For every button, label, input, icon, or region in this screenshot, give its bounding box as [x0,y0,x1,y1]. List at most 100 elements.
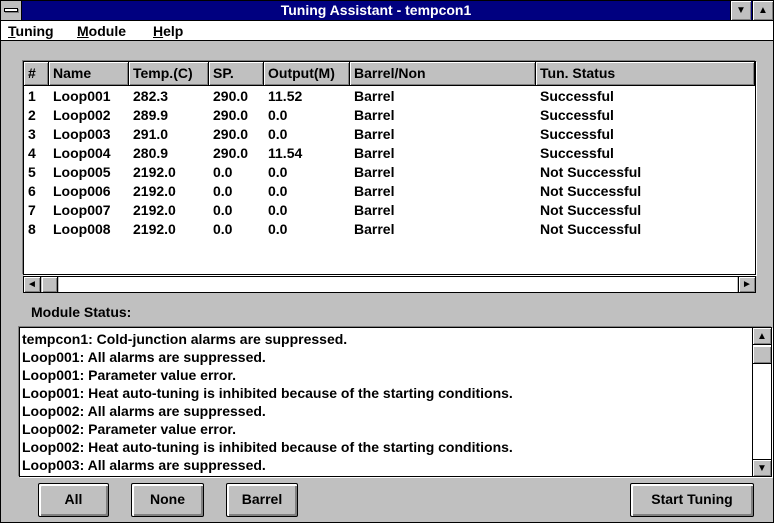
minimize-icon: ▼ [736,5,746,16]
cell-output: 0.0 [268,202,288,218]
vertical-scroll-thumb[interactable] [753,346,771,364]
column-header-tuning-status[interactable]: Tun. Status [536,62,755,85]
horizontal-scroll-track[interactable] [59,277,737,292]
cell-setpoint: 290.0 [213,107,249,123]
cell-setpoint: 290.0 [213,145,249,161]
cell-tuning-status: Successful [540,145,614,161]
cell-temp: 2192.0 [133,183,176,199]
arrow-up-icon: ▲ [757,331,767,342]
select-barrel-button[interactable]: Barrel [226,483,298,517]
table-row[interactable]: 1 Loop001 282.3 290.0 11.52 Barrel Succe… [24,87,755,106]
cell-barrel: Barrel [354,126,395,142]
cell-tuning-status: Successful [540,107,614,123]
cell-tuning-status: Not Successful [540,221,642,237]
menu-tuning[interactable]: Tuning [8,22,54,40]
status-line: Loop002: Heat auto-tuning is inhibited b… [22,439,513,455]
cell-setpoint: 0.0 [213,183,233,199]
menu-bar: Tuning Module Help [1,21,773,41]
cell-name: Loop008 [53,221,111,237]
arrow-down-icon: ▼ [757,463,767,474]
table-header: # Name Temp.(C) SP. Output(M) Barrel/Non… [24,62,755,86]
cell-temp: 291.0 [133,126,169,142]
cell-output: 11.52 [268,88,303,104]
scroll-up-button[interactable]: ▲ [753,328,771,345]
scroll-left-button[interactable]: ◄ [24,277,41,292]
cell-setpoint: 290.0 [213,126,249,142]
cell-output: 0.0 [268,164,288,180]
column-header-output[interactable]: Output(M) [264,62,350,85]
cell-barrel: Barrel [354,183,395,199]
table-horizontal-scrollbar[interactable]: ◄ ► [23,276,756,293]
menu-help[interactable]: Help [153,22,183,40]
cell-barrel: Barrel [354,88,395,104]
cell-tuning-status: Not Successful [540,202,642,218]
cell-temp: 2192.0 [133,164,176,180]
cell-number: 6 [28,183,36,199]
system-menu-icon [4,8,18,12]
horizontal-scroll-thumb[interactable] [42,277,58,292]
cell-number: 2 [28,107,36,123]
column-header-setpoint[interactable]: SP. [209,62,264,85]
title-bar[interactable]: Tuning Assistant - tempcon1 ▼ ▲ [1,1,773,21]
status-line: Loop001: All alarms are suppressed. [22,349,266,365]
cell-barrel: Barrel [354,164,395,180]
status-line: Loop003: All alarms are suppressed. [22,457,266,473]
tuning-assistant-window: Tuning Assistant - tempcon1 ▼ ▲ Tuning M… [0,0,774,523]
cell-temp: 280.9 [133,145,169,161]
cell-output: 0.0 [268,126,288,142]
loop-table: # Name Temp.(C) SP. Output(M) Barrel/Non… [23,61,756,275]
cell-name: Loop005 [53,164,111,180]
table-row[interactable]: 2 Loop002 289.9 290.0 0.0 Barrel Success… [24,106,755,125]
cell-temp: 282.3 [133,88,169,104]
column-header-number[interactable]: # [24,62,49,85]
cell-number: 8 [28,221,36,237]
cell-temp: 289.9 [133,107,169,123]
status-line: Loop002: All alarms are suppressed. [22,403,266,419]
arrow-right-icon: ► [742,279,752,290]
cell-output: 11.54 [268,145,303,161]
status-line: Loop001: Parameter value error. [22,367,236,383]
column-header-temp[interactable]: Temp.(C) [129,62,209,85]
table-row[interactable]: 3 Loop003 291.0 290.0 0.0 Barrel Success… [24,125,755,144]
cell-tuning-status: Not Successful [540,183,642,199]
scroll-down-button[interactable]: ▼ [753,459,771,476]
cell-name: Loop007 [53,202,111,218]
cell-tuning-status: Successful [540,126,614,142]
table-row[interactable]: 5 Loop005 2192.0 0.0 0.0 Barrel Not Succ… [24,163,755,182]
cell-number: 3 [28,126,36,142]
select-none-button[interactable]: None [131,483,204,517]
table-row[interactable]: 7 Loop007 2192.0 0.0 0.0 Barrel Not Succ… [24,201,755,220]
column-header-name[interactable]: Name [49,62,129,85]
module-status-log[interactable]: tempcon1: Cold-junction alarms are suppr… [19,327,772,477]
status-lines: tempcon1: Cold-junction alarms are suppr… [22,330,751,474]
minimize-button[interactable]: ▼ [730,1,751,20]
cell-number: 5 [28,164,36,180]
maximize-button[interactable]: ▲ [752,1,773,20]
select-all-button[interactable]: All [38,483,109,517]
cell-barrel: Barrel [354,202,395,218]
cell-barrel: Barrel [354,221,395,237]
status-line: Loop002: Parameter value error. [22,421,236,437]
start-tuning-button[interactable]: Start Tuning [630,483,754,517]
cell-output: 0.0 [268,107,288,123]
column-header-barrel[interactable]: Barrel/Non [350,62,536,85]
cell-setpoint: 0.0 [213,221,233,237]
menu-module[interactable]: Module [77,22,126,40]
window-title: Tuning Assistant - tempcon1 [280,2,472,18]
table-row[interactable]: 4 Loop004 280.9 290.0 11.54 Barrel Succe… [24,144,755,163]
cell-barrel: Barrel [354,145,395,161]
status-vertical-scrollbar[interactable]: ▲ ▼ [752,328,771,476]
cell-tuning-status: Not Successful [540,164,642,180]
cell-setpoint: 290.0 [213,88,249,104]
scroll-right-button[interactable]: ► [738,277,755,292]
cell-output: 0.0 [268,183,288,199]
cell-name: Loop001 [53,88,111,104]
cell-temp: 2192.0 [133,202,176,218]
module-status-label: Module Status: [31,304,132,320]
table-row[interactable]: 8 Loop008 2192.0 0.0 0.0 Barrel Not Succ… [24,220,755,239]
system-menu-button[interactable] [1,1,22,20]
cell-setpoint: 0.0 [213,202,233,218]
cell-setpoint: 0.0 [213,164,233,180]
table-row[interactable]: 6 Loop006 2192.0 0.0 0.0 Barrel Not Succ… [24,182,755,201]
cell-name: Loop006 [53,183,111,199]
